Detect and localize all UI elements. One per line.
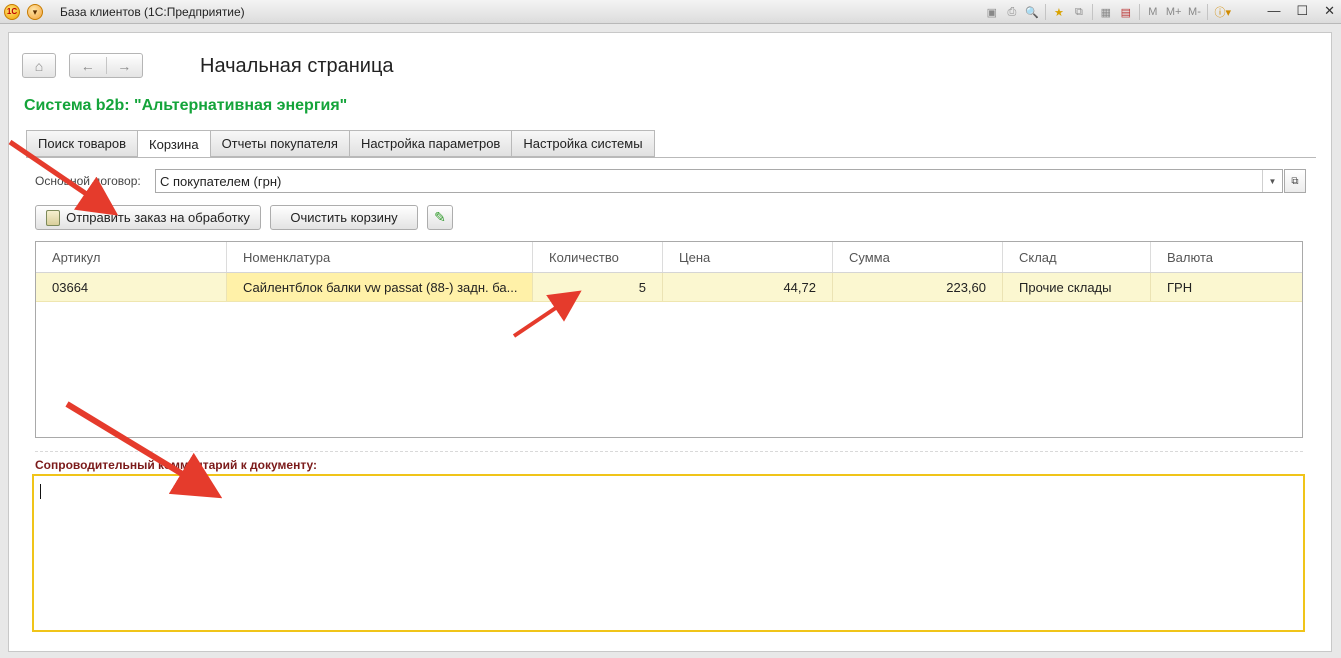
cell-warehouse[interactable]: Прочие склады — [1003, 273, 1151, 301]
minimize-icon[interactable]: — — [1267, 3, 1280, 19]
cell-nomenclature[interactable]: Сайлентблок балки vw passat (88-) задн. … — [227, 273, 533, 301]
main-menu-icon[interactable]: ▾ — [27, 4, 43, 20]
column-header[interactable]: Сумма — [833, 242, 1003, 272]
home-button[interactable]: ⌂ — [22, 53, 56, 78]
clear-cart-button[interactable]: Очистить корзину — [270, 205, 418, 230]
column-header[interactable]: Количество — [533, 242, 663, 272]
forward-arrow-icon[interactable]: → — [106, 58, 142, 74]
cart-table: Артикул Номенклатура Количество Цена Сум… — [35, 241, 1303, 438]
column-header[interactable]: Артикул — [36, 242, 227, 272]
favorite-icon[interactable]: ★ — [1052, 6, 1066, 19]
info-icon[interactable]: ⓘ▾ — [1214, 4, 1231, 20]
document-icon — [46, 209, 61, 226]
title-bar: 1С ▾ База клиентов (1С:Предприятие) ▣ ⎙ … — [0, 0, 1341, 24]
cell-article[interactable]: 03664 — [36, 273, 227, 301]
cell-quantity[interactable]: 5 — [533, 273, 663, 301]
tab-cart[interactable]: Корзина — [137, 130, 210, 158]
send-order-label: Отправить заказ на обработку — [66, 210, 250, 225]
tab-product-search[interactable]: Поиск товаров — [26, 130, 138, 157]
table-header: Артикул Номенклатура Количество Цена Сум… — [36, 242, 1302, 273]
contract-value: С покупателем (грн) — [160, 173, 282, 189]
history-icon[interactable]: ⧉ — [1072, 6, 1086, 19]
close-icon[interactable]: ✕ — [1324, 3, 1335, 19]
text-caret — [40, 484, 41, 499]
chevron-down-icon[interactable]: ▼ — [1262, 170, 1282, 192]
tab-parameter-settings[interactable]: Настройка параметров — [348, 130, 512, 157]
calendar-icon[interactable]: ▤ — [1119, 6, 1133, 19]
app-logo-icon[interactable]: 1С — [4, 4, 20, 20]
memory-minus-button[interactable]: M- — [1187, 6, 1201, 18]
send-order-button[interactable]: Отправить заказ на обработку — [35, 205, 261, 230]
tab-system-settings[interactable]: Настройка системы — [511, 130, 655, 157]
comment-textarea[interactable] — [32, 474, 1305, 632]
divider — [1207, 4, 1209, 20]
cell-price[interactable]: 44,72 — [663, 273, 833, 301]
divider — [1138, 4, 1140, 20]
contract-label: Основной договор: — [35, 174, 141, 188]
window-title: База клиентов (1С:Предприятие) — [60, 5, 245, 19]
table-row[interactable]: 03664 Сайлентблок балки vw passat (88-) … — [36, 273, 1302, 302]
tab-bar: Поиск товаров Корзина Отчеты покупателя … — [26, 130, 655, 158]
window-controls: — ☐ ✕ — [1267, 3, 1335, 19]
column-header[interactable]: Номенклатура — [227, 242, 533, 272]
column-header[interactable]: Цена — [663, 242, 833, 272]
pencil-icon: ✎ — [434, 209, 446, 225]
separator — [35, 451, 1303, 452]
contract-select[interactable]: С покупателем (грн) ▼ — [155, 169, 1283, 193]
back-arrow-icon[interactable]: ← — [70, 58, 106, 74]
open-contract-icon[interactable]: ⧉ — [1284, 169, 1306, 193]
clear-cart-label: Очистить корзину — [290, 210, 398, 225]
save-icon[interactable]: ▣ — [985, 6, 999, 19]
calculator-icon[interactable]: ▦ — [1099, 6, 1113, 19]
cell-currency[interactable]: ГРН — [1151, 273, 1302, 301]
system-title: Система b2b: "Альтернативная энергия" — [24, 97, 348, 114]
memory-plus-button[interactable]: M+ — [1166, 6, 1182, 18]
main-window: ⌂ ← → Начальная страница Система b2b: "А… — [8, 32, 1332, 652]
home-icon: ⌂ — [34, 57, 44, 74]
preview-icon[interactable]: 🔍 — [1025, 6, 1039, 19]
history-nav: ← → — [69, 53, 143, 78]
comment-label: Сопроводительный комментарий к документу… — [35, 458, 318, 472]
cell-sum[interactable]: 223,60 — [833, 273, 1003, 301]
maximize-icon[interactable]: ☐ — [1296, 3, 1308, 19]
divider — [1091, 4, 1093, 20]
memory-m-button[interactable]: M — [1146, 6, 1160, 18]
print-icon[interactable]: ⎙ — [1005, 6, 1019, 19]
divider — [1044, 4, 1046, 20]
title-toolbar: ▣ ⎙ 🔍 ★ ⧉ ▦ ▤ M M+ M- ⓘ▾ — [985, 3, 1231, 21]
tab-buyer-reports[interactable]: Отчеты покупателя — [209, 130, 349, 157]
page-title: Начальная страница — [200, 55, 394, 77]
column-header[interactable]: Склад — [1003, 242, 1151, 272]
column-header[interactable]: Валюта — [1151, 242, 1302, 272]
tab-panel-border — [26, 157, 1316, 158]
edit-button[interactable]: ✎ — [427, 205, 453, 230]
